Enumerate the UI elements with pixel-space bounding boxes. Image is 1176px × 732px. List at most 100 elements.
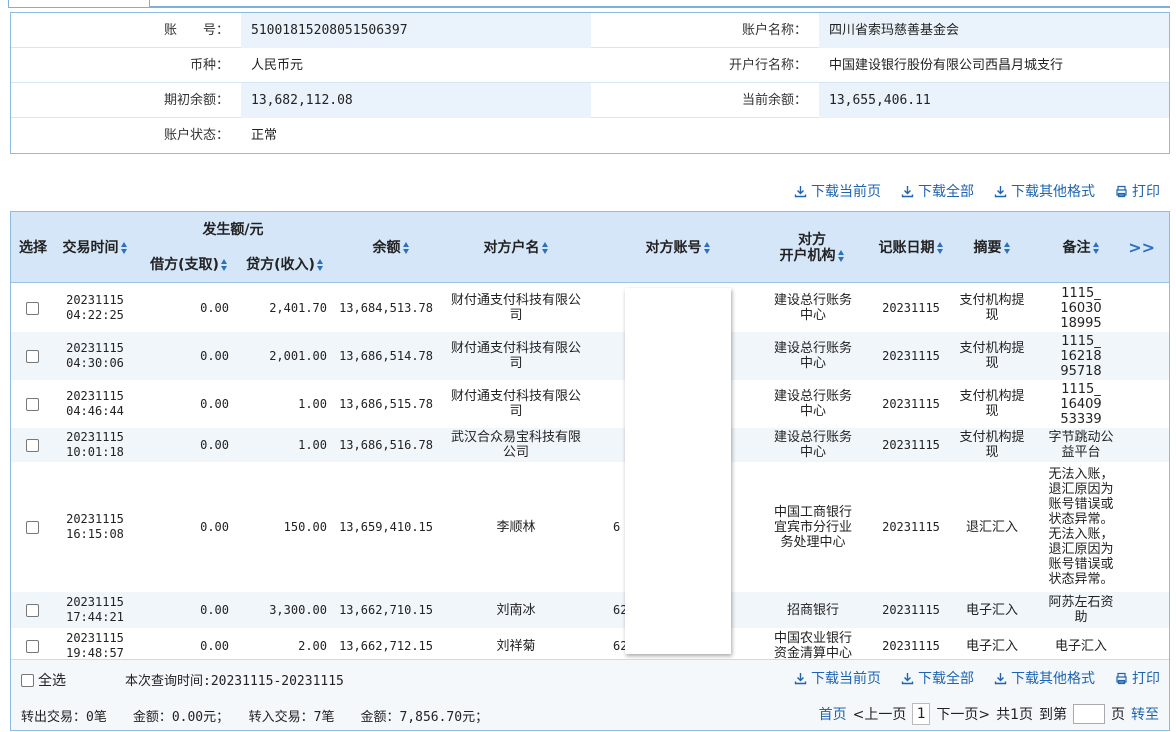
table-row[interactable]: 20231115 10:01:18 0.00 1.00 13,686,516.78 武汉合… [11,428,1169,462]
cell-party-bank-line: 建设总行账务 [773,293,852,308]
print-button[interactable]: 打印 [1115,668,1160,688]
sort-icon[interactable] [1092,242,1100,254]
download-icon [794,185,807,197]
cell-summary: 退汇汇入 [955,462,1029,592]
row-checkbox[interactable] [25,397,39,411]
select-all[interactable]: 全选 [21,670,66,690]
cell-party-name-line: 司 [509,308,523,323]
info-row-account: 账 号： 51001815208051506397 账户名称： 四川省索玛慈善基… [11,13,1169,48]
cell-clock: 04:46:44 [66,404,124,418]
printer-icon [1116,185,1127,197]
cell-balance-value: 13,662,710.15 [339,602,433,617]
currency-value: 人民币元 [251,58,304,73]
sort-icon[interactable] [1003,242,1011,254]
print-button[interactable]: 打印 [1115,181,1160,201]
cell-remark-line: 电子汇入 [1054,638,1107,654]
cell-balance: 13,686,515.78 [329,380,433,428]
row-checkbox[interactable] [25,639,39,653]
cell-debit-value: 0.00 [200,300,229,315]
active-tab[interactable] [8,0,150,8]
sort-icon[interactable] [402,242,410,254]
download-other-button[interactable]: 下载其他格式 [994,181,1095,201]
sort-icon[interactable] [541,242,549,254]
cell-post-date: 20231115 [871,462,951,592]
row-checkbox[interactable] [25,520,39,534]
col-party-account[interactable]: 对方账号 [623,240,733,256]
download-page-label: 下载当前页 [811,184,881,200]
download-page-button[interactable]: 下载当前页 [794,181,881,201]
download-all-button[interactable]: 下载全部 [901,668,974,688]
account-status-label: 账户状态： [163,128,229,143]
col-party-name[interactable]: 对方户名 [441,240,591,256]
cell-party-bank: 建设总行账务 中心 [757,380,869,428]
cell-credit-value: 1.00 [298,437,327,452]
cell-remark: 1115_ 16409 53339 [1041,380,1121,428]
col-summary[interactable]: 摘要 [957,240,1027,256]
col-remark-label: 备注 [1062,240,1091,256]
col-remark[interactable]: 备注 [1041,240,1121,256]
account-name-value: 四川省索玛慈善基金会 [819,13,1169,48]
col-party-bank[interactable]: 对方 开户机构 [757,232,867,264]
table-row[interactable]: 20231115 04:22:25 0.00 2,401.70 13,684,513.7… [11,284,1169,332]
col-post-date[interactable]: 记账日期 [871,240,951,256]
sort-icon[interactable] [703,242,711,254]
table-row[interactable]: 20231115 17:44:21 0.00 3,300.00 13,662,710.1… [11,592,1169,628]
next-page-link[interactable]: 下一页> [936,704,990,724]
cell-remark-line: 16409 [1060,396,1102,412]
sort-icon[interactable] [936,242,944,254]
cell-remark-line: 益平台 [1061,445,1101,460]
cell-debit-value: 0.00 [200,602,229,617]
table-row[interactable]: 20231115 04:30:06 0.00 2,001.00 13,686,514.7… [11,332,1169,380]
tab-strip [0,0,1176,8]
download-all-button[interactable]: 下载全部 [901,181,974,201]
table-row[interactable]: 20231115 16:15:08 0.00 150.00 13,659,410.15 李… [11,462,1169,592]
row-checkbox[interactable] [25,603,39,617]
row-checkbox[interactable] [25,349,39,363]
sort-icon[interactable] [220,259,228,271]
bank-value: 中国建设银行股份有限公司西昌月城支行 [829,58,1064,73]
account-number-value: 51001815208051506397 [241,13,591,48]
sort-icon[interactable] [837,250,845,262]
row-select-cell [11,380,53,428]
cell-credit-value: 2,401.70 [269,300,327,315]
prev-page-link[interactable]: <上一页 [853,704,907,724]
cell-time: 20231115 10:01:18 [55,428,135,462]
table-row[interactable]: 20231115 04:46:44 0.00 1.00 13,686,515.78 财付通… [11,380,1169,428]
info-row-status: 账户状态： 正常 [11,118,1169,154]
cell-summary-line: 支付机构提 [959,341,1025,356]
bottom-toolbar: 下载当前页 下载全部 下载其他格式 打印 [794,668,1160,688]
cell-post-date-value: 20231115 [882,396,940,411]
row-checkbox[interactable] [25,301,39,315]
more-columns-button[interactable]: >> [1128,238,1155,257]
col-credit[interactable]: 贷方(收入) [239,257,331,273]
cell-credit-value: 150.00 [283,519,327,534]
sort-icon[interactable] [316,259,324,271]
download-page-button[interactable]: 下载当前页 [794,668,881,688]
cell-summary-line: 电子汇入 [965,638,1018,654]
col-time[interactable]: 交易时间 [55,240,135,256]
cell-party-bank-line: 建设总行账务 [773,430,852,445]
cell-remark-line: 助 [1074,610,1088,625]
redaction-overlay [625,288,731,654]
cell-debit: 0.00 [139,428,229,462]
first-page-link[interactable]: 首页 [819,704,847,724]
goto-button[interactable]: 转至 [1131,704,1159,724]
cell-credit: 150.00 [239,462,327,592]
cell-remark-line: 18995 [1060,315,1102,331]
cell-summary-line: 支付机构提 [959,430,1025,445]
cell-party-bank: 招商银行 [757,592,869,628]
col-party-name-label: 对方户名 [483,240,540,256]
col-balance[interactable]: 余额 [341,240,441,256]
cell-party-bank: 建设总行账务 中心 [757,428,869,462]
sort-icon[interactable] [120,242,128,254]
cell-party-name-line: 公司 [502,445,529,460]
col-debit[interactable]: 借方(支取) [139,257,239,273]
download-other-button[interactable]: 下载其他格式 [994,668,1095,688]
row-checkbox[interactable] [25,438,39,452]
goto-page-input[interactable] [1073,704,1105,724]
cell-remark-line: 16218 [1060,348,1102,364]
cell-balance-value: 13,686,514.78 [339,348,433,363]
cell-credit: 2,001.00 [239,332,327,380]
select-all-checkbox[interactable] [21,673,34,687]
download-other-label: 下载其他格式 [1011,671,1095,687]
